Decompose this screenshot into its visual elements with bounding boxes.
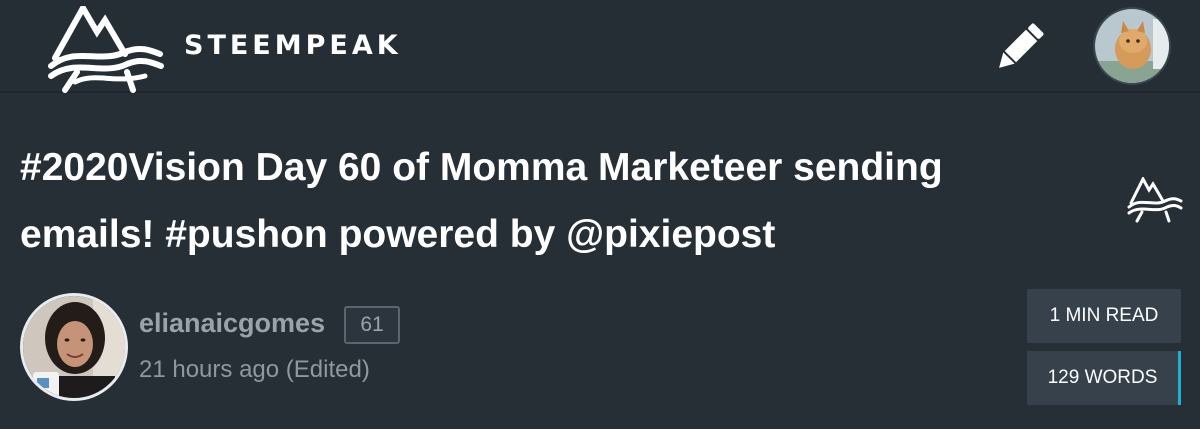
reputation-badge: 61 (344, 306, 400, 344)
author-name-link[interactable]: elianaicgomes (139, 306, 325, 340)
author-photo-image (23, 296, 125, 398)
user-avatar-button[interactable] (1093, 7, 1171, 85)
word-count-badge: 129 WORDS (1027, 351, 1181, 405)
write-post-button[interactable] (990, 15, 1052, 77)
steempeak-small-logo-icon[interactable] (1125, 177, 1183, 223)
read-time-badge: 1 MIN READ (1027, 289, 1181, 343)
top-navbar: STEEMPEAK (0, 0, 1200, 93)
author-avatar[interactable] (20, 293, 128, 401)
cat-avatar-image (1095, 9, 1169, 83)
post-timestamp: 21 hours ago (Edited) (139, 356, 370, 383)
post-title: #2020Vision Day 60 of Momma Marketeer se… (20, 146, 943, 256)
brand-name[interactable]: STEEMPEAK (184, 31, 402, 61)
steempeak-logo-icon[interactable] (45, 6, 165, 94)
pencil-icon (999, 23, 1044, 68)
